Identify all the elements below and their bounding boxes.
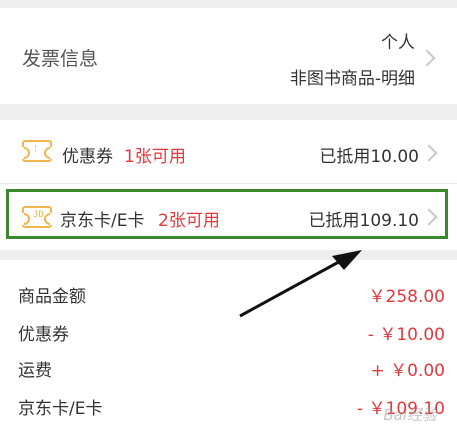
summary-value: - ￥10.00 <box>367 325 445 345</box>
chevron-right-icon <box>420 144 438 162</box>
watermark: Bai经验 <box>383 406 437 424</box>
summary-label: 京东卡/E卡 <box>18 399 103 419</box>
section-divider <box>0 250 457 260</box>
summary-value: + ￥0.00 <box>370 361 446 381</box>
summary-line-shipping: 运费 + ￥0.00 <box>0 348 457 384</box>
highlight-annotation-box <box>6 189 448 239</box>
summary-label: 运费 <box>18 361 52 381</box>
section-divider <box>0 104 457 120</box>
summary-label: 商品金额 <box>18 287 86 307</box>
coupon-row[interactable]: ¦ 优惠券 1张可用 已抵用10.00 <box>0 120 457 184</box>
coupon-available-count: 1张可用 <box>124 147 186 167</box>
summary-value: ￥258.00 <box>368 287 445 307</box>
invoice-label: 发票信息 <box>22 48 99 70</box>
coupon-applied-value: 已抵用10.00 <box>319 147 419 167</box>
coupon-ticket-icon: ¦ <box>22 140 52 162</box>
invoice-detail: 非图书商品-明细 <box>289 69 415 89</box>
chevron-right-icon <box>418 49 436 67</box>
summary-line-goods-amount: 商品金额 ￥258.00 <box>0 274 457 310</box>
invoice-type: 个人 <box>381 33 415 53</box>
summary-line-coupon: 优惠券 - ￥10.00 <box>0 312 457 348</box>
coupon-label: 优惠券 <box>62 147 113 167</box>
top-spacer <box>0 0 457 8</box>
summary-label: 优惠券 <box>18 325 69 345</box>
invoice-info-row[interactable]: 发票信息 个人 非图书商品-明细 <box>0 8 457 104</box>
